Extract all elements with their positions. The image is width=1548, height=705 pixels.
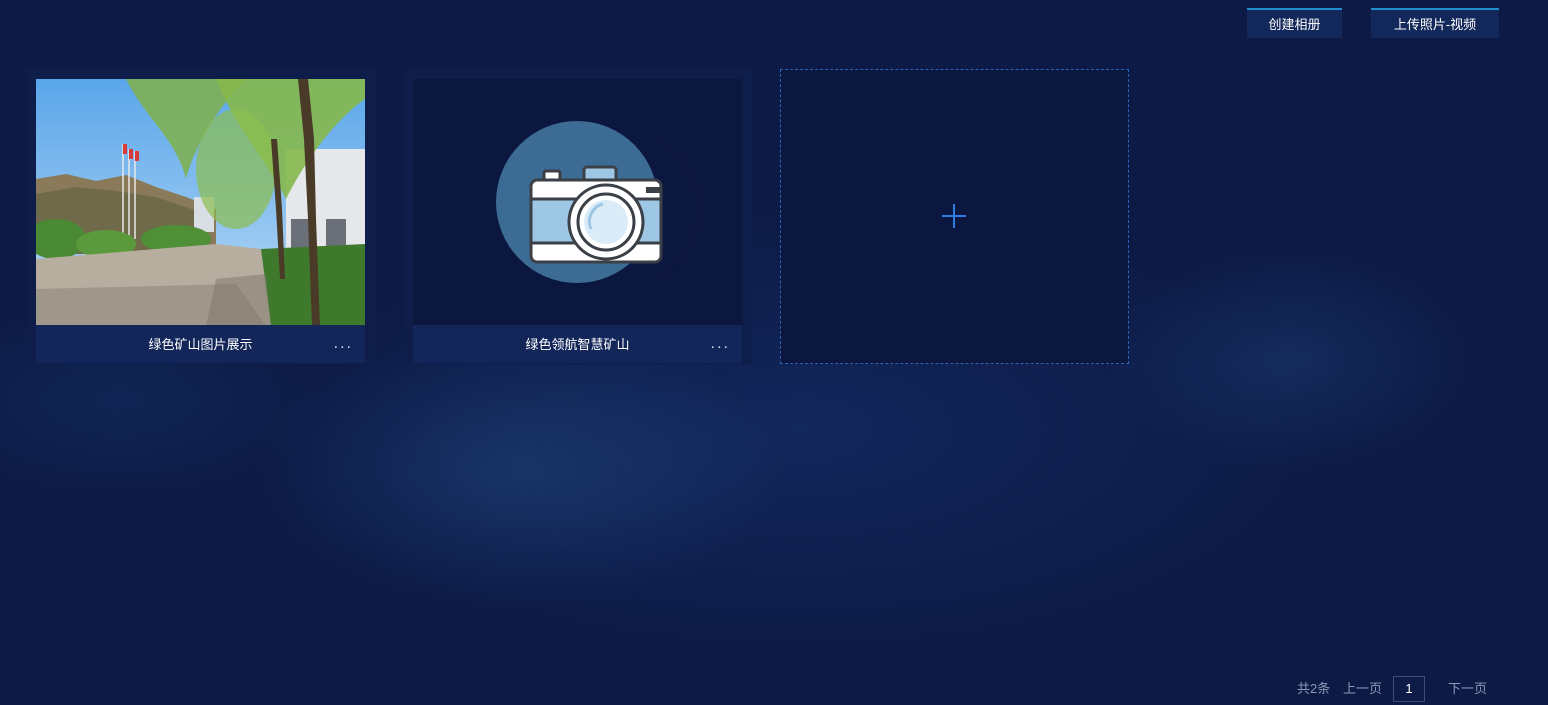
create-album-button[interactable]: 创建相册 bbox=[1247, 8, 1342, 38]
album-title: 绿色领航智慧矿山 bbox=[525, 337, 630, 352]
more-options-icon[interactable]: ... bbox=[711, 335, 730, 353]
album-title: 绿色矿山图片展示 bbox=[148, 337, 253, 352]
pagination-next-button[interactable]: 下一页 bbox=[1448, 676, 1487, 702]
album-caption: 绿色矿山图片展示 ... bbox=[36, 325, 365, 363]
album-card[interactable]: 绿色领航智慧矿山 ... bbox=[404, 69, 752, 364]
upload-photo-video-button[interactable]: 上传照片-视频 bbox=[1371, 8, 1499, 38]
pagination-total: 共2条 bbox=[1297, 681, 1331, 696]
pagination-prev-button[interactable]: 上一页 bbox=[1343, 676, 1382, 702]
pagination-current-page[interactable]: 1 bbox=[1393, 676, 1425, 702]
album-card[interactable]: 绿色矿山图片展示 ... bbox=[27, 69, 375, 364]
mine-park-photo bbox=[36, 79, 365, 326]
album-thumbnail[interactable] bbox=[36, 79, 365, 326]
more-options-icon[interactable]: ... bbox=[334, 335, 353, 353]
camera-icon bbox=[496, 121, 742, 283]
album-caption: 绿色领航智慧矿山 ... bbox=[413, 325, 742, 363]
album-thumbnail[interactable] bbox=[413, 79, 742, 326]
add-album-button[interactable] bbox=[780, 69, 1129, 364]
plus-icon bbox=[942, 204, 966, 228]
